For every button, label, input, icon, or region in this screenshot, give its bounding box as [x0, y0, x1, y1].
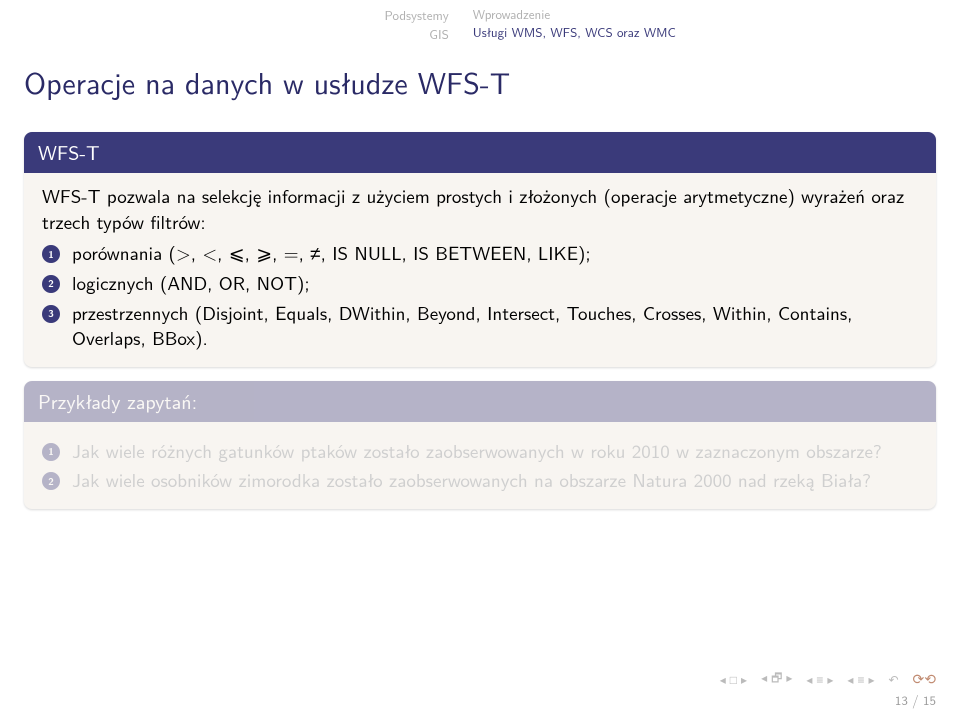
bullet-icon: 1 — [42, 245, 60, 263]
bullet-icon: 1 — [42, 443, 60, 461]
nav-left-1: Podsystemy — [0, 6, 449, 25]
list-item-text: Jak wiele różnych gatunków ptaków został… — [72, 436, 882, 464]
list-item-text: logicznych (AND, OR, NOT); — [72, 268, 310, 296]
list-item-text: porównania (>, <, ⩽, ⩾, =, ≠, IS NULL, I… — [72, 238, 591, 266]
block-examples-title: Przykłady zapytań: — [24, 381, 936, 422]
reload-icon[interactable]: ⟳⟲ — [913, 669, 936, 689]
breadcrumb: Podsystemy GIS Wprowadzenie Usługi WMS, … — [0, 0, 960, 52]
page-title: Operacje na danych w usłudze WFS-T — [0, 52, 960, 126]
block-wfst: WFS-T WFS-T pozwala na selekcję informac… — [24, 132, 936, 367]
block-examples: Przykłady zapytań: 1 Jak wiele różnych g… — [24, 381, 936, 509]
nav-controls: ◂ □ ▸ ◂ 🗗 ▸ ◂ ≡ ▸ ◂ ≡ ▸ ↶ ⟳⟲ — [720, 668, 936, 690]
block-examples-body: 1 Jak wiele różnych gatunków ptaków zost… — [24, 422, 936, 509]
back-icon[interactable]: ↶ — [888, 670, 898, 688]
list-item-text: przestrzennych (Disjoint, Equals, DWithi… — [72, 298, 852, 352]
nav-left-2: GIS — [0, 25, 449, 44]
list-item: 1 porównania (>, <, ⩽, ⩾, =, ≠, IS NULL,… — [42, 238, 918, 268]
next-step-icon[interactable]: ◂ ≡ ▸ — [847, 670, 874, 688]
block-wfst-intro: WFS-T pozwala na selekcję informacji z u… — [42, 183, 918, 234]
list-item: 2 logicznych (AND, OR, NOT); — [42, 268, 918, 298]
prev-slide-icon[interactable]: ◂ 🗗 ▸ — [761, 668, 792, 690]
nav-right-2: Usługi WMS, WFS, WCS oraz WMC — [473, 24, 960, 42]
bullet-icon: 2 — [42, 472, 60, 490]
first-slide-icon[interactable]: ◂ □ ▸ — [720, 670, 747, 688]
nav-right-1: Wprowadzenie — [473, 6, 960, 24]
block-wfst-body: WFS-T pozwala na selekcję informacji z u… — [24, 173, 936, 367]
list-item: 1 Jak wiele różnych gatunków ptaków zost… — [42, 436, 918, 466]
block-wfst-title: WFS-T — [24, 132, 936, 173]
list-item: 2 Jak wiele osobników zimorodka zostało … — [42, 465, 918, 495]
bullet-icon: 3 — [42, 305, 60, 323]
bullet-icon: 2 — [42, 275, 60, 293]
list-item: 3 przestrzennych (Disjoint, Equals, DWit… — [42, 298, 918, 353]
prev-step-icon[interactable]: ◂ ≡ ▸ — [806, 670, 833, 688]
list-item-text: Jak wiele osobników zimorodka zostało za… — [72, 465, 871, 493]
page-number: 13 / 15 — [895, 691, 936, 710]
